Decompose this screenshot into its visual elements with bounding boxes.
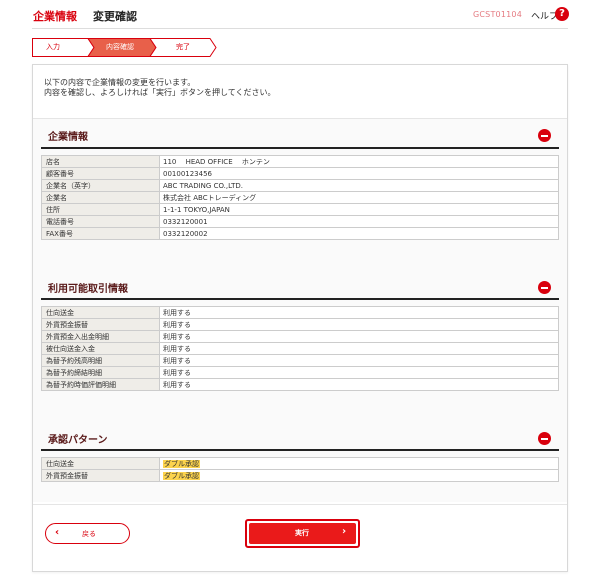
header-divider [32,28,568,29]
row-value: ダブル承認 [159,469,559,482]
row-label: 電話番号 [41,215,160,228]
table-row: 外貨預金振替 ダブル承認 [41,469,559,482]
table-row: 企業名（英字） ABC TRADING CO.,LTD. [41,179,559,192]
row-value: 利用する [159,354,559,367]
row-label: 顧客番号 [41,167,160,180]
highlight-value: ダブル承認 [163,471,200,480]
section-underline [41,298,559,300]
row-label: 為替予約時価評価明細 [41,378,160,391]
row-label: 企業名 [41,191,160,204]
section-title-approval: 承認パターン [48,435,108,446]
transactions-table: 仕向送金 利用する 外貨預金振替 利用する 外貨預金入出金明細 利用する 被仕向送金入… [41,306,559,391]
section-underline [41,449,559,451]
row-value: 利用する [159,378,559,391]
table-row: 企業名 株式会社 ABCトレーディング [41,191,559,204]
row-value: ABC TRADING CO.,LTD. [159,179,559,192]
row-value: 利用する [159,366,559,379]
table-row: 外貨預金振替 利用する [41,318,559,331]
chevron-left-icon: ‹ [55,527,60,538]
row-label: 仕向送金 [41,457,160,470]
table-row: 仕向送金 ダブル承認 [41,457,559,470]
row-value: 00100123456 [159,167,559,180]
table-row: 電話番号 0332120001 [41,215,559,228]
table-row: 住所 1-1-1 TOKYO,JAPAN [41,203,559,216]
row-value: 利用する [159,318,559,331]
step-1-shape [32,38,95,57]
row-label: 外貨預金入出金明細 [41,330,160,343]
intro-line-2: 内容を確認し、よろしければ「実行」ボタンを押してください。 [44,88,276,97]
screen-id: GCST01104 [473,10,522,19]
intro-text: 以下の内容で企業情報の変更を行います。 内容を確認し、よろしければ「実行」ボタン… [44,78,276,98]
table-row: 被仕向送金入金 利用する [41,342,559,355]
execute-button[interactable]: 実行 › [249,523,356,544]
approval-table: 仕向送金 ダブル承認 外貨預金振替 ダブル承認 [41,457,559,482]
step-input: 入力 [46,43,60,51]
table-row: 仕向送金 利用する [41,306,559,319]
collapse-icon[interactable] [538,129,551,142]
row-value: 利用する [159,306,559,319]
row-value: 1-1-1 TOKYO,JAPAN [159,203,559,216]
row-value: ダブル承認 [159,457,559,470]
section-title-company: 企業情報 [48,132,88,143]
row-value: 利用する [159,342,559,355]
intro-divider [33,118,567,119]
page-subtitle: 変更確認 [93,10,137,23]
intro-line-1: 以下の内容で企業情報の変更を行います。 [44,78,196,87]
row-value: 0332120001 [159,215,559,228]
highlight-value: ダブル承認 [163,459,200,468]
step-complete: 完了 [176,43,190,51]
row-label: 企業名（英字） [41,179,160,192]
row-label: 被仕向送金入金 [41,342,160,355]
help-link[interactable]: ヘルプ [531,9,558,22]
row-label: 外貨預金振替 [41,318,160,331]
table-row: FAX番号 0332120002 [41,227,559,240]
row-label: 仕向送金 [41,306,160,319]
row-label: FAX番号 [41,227,160,240]
table-row: 為替予約時価評価明細 利用する [41,378,559,391]
row-label: 外貨預金振替 [41,469,160,482]
section-underline [41,147,559,149]
back-button-label: 戻る [82,530,96,538]
company-info-table: 店名 110 HEAD OFFICE ホンテン 顧客番号 00100123456 企… [41,155,559,240]
row-label: 店名 [41,155,160,168]
table-row: 店名 110 HEAD OFFICE ホンテン [41,155,559,168]
table-row: 為替予約締結明細 利用する [41,366,559,379]
table-row: 為替予約残高明細 利用する [41,354,559,367]
page-title: 企業情報 [33,10,77,23]
collapse-icon[interactable] [538,432,551,445]
footer-divider [33,504,567,505]
page-header: 企業情報 変更確認 GCST01104 ヘルプ ? [0,0,600,30]
row-label: 為替予約締結明細 [41,366,160,379]
table-row: 顧客番号 00100123456 [41,167,559,180]
execute-button-label: 実行 [295,529,309,537]
back-button[interactable]: ‹ 戻る [45,523,130,544]
row-label: 住所 [41,203,160,216]
row-value: 0332120002 [159,227,559,240]
row-label: 為替予約残高明細 [41,354,160,367]
row-value: 株式会社 ABCトレーディング [159,191,559,204]
help-icon[interactable]: ? [555,7,569,21]
row-value: 110 HEAD OFFICE ホンテン [159,155,559,168]
step-confirm: 内容確認 [106,43,134,51]
table-row: 外貨預金入出金明細 利用する [41,330,559,343]
section-title-transactions: 利用可能取引情報 [48,284,128,295]
row-value: 利用する [159,330,559,343]
chevron-right-icon: › [342,526,347,537]
collapse-icon[interactable] [538,281,551,294]
